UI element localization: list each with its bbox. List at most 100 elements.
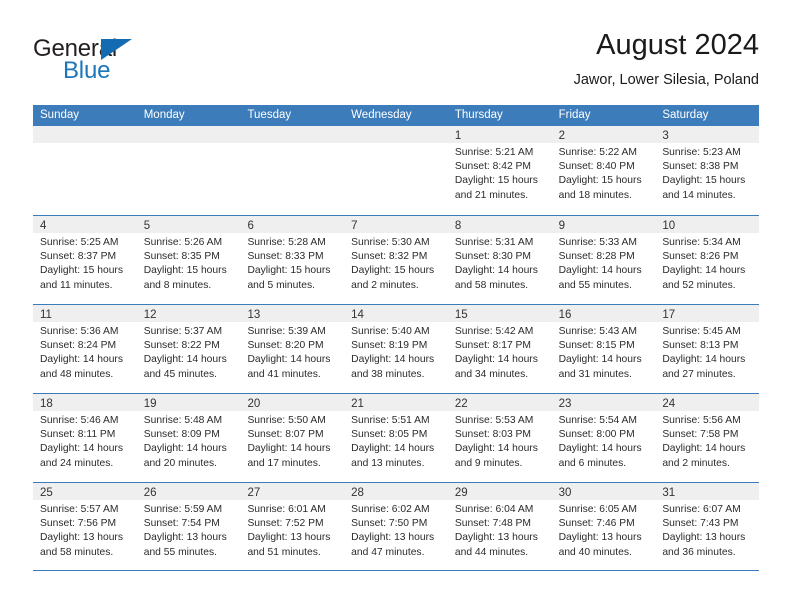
calendar-day-cell[interactable]: 31 Sunrise: 6:07 AM Sunset: 7:43 PM Dayligh… xyxy=(655,483,760,570)
day-details: Sunrise: 5:21 AM Sunset: 8:42 PM Daylight:… xyxy=(448,143,552,203)
daylight-text-line2: and 27 minutes. xyxy=(662,368,736,380)
day-details: Sunrise: 5:40 AM Sunset: 8:19 PM Daylight:… xyxy=(344,322,448,382)
general-blue-logo[interactable]: General Blue xyxy=(33,36,233,92)
calendar-day-cell[interactable]: 22 Sunrise: 5:53 AM Sunset: 8:03 PM Dayligh… xyxy=(447,394,552,482)
calendar-day-cell[interactable]: 2 Sunrise: 5:22 AM Sunset: 8:40 PM Daylight… xyxy=(551,126,656,215)
calendar-day-cell[interactable]: 30 Sunrise: 6:05 AM Sunset: 7:46 PM Dayligh… xyxy=(551,483,656,570)
day-number-band: 8 xyxy=(447,216,552,233)
sunrise-text: Sunrise: 6:02 AM xyxy=(351,504,430,515)
day-number: 4 xyxy=(40,220,47,232)
daylight-text-line2: and 40 minutes. xyxy=(558,546,632,558)
sunset-text: Sunset: 8:03 PM xyxy=(454,429,532,441)
calendar-page: General Blue August 2024 Jawor, Lower Si… xyxy=(0,0,792,612)
calendar-day-cell[interactable]: 4 Sunrise: 5:25 AM Sunset: 8:37 PM Daylight… xyxy=(33,216,137,304)
daylight-text-line1: Daylight: 14 hours xyxy=(558,443,642,455)
calendar-day-cell-empty xyxy=(240,126,345,215)
sunset-text: Sunset: 8:35 PM xyxy=(143,251,220,263)
day-number-band: 16 xyxy=(551,305,656,322)
daylight-text-line1: Daylight: 13 hours xyxy=(351,532,435,544)
sunrise-text: Sunrise: 5:23 AM xyxy=(662,147,741,158)
calendar-week-row: 11 Sunrise: 5:36 AM Sunset: 8:24 PM Dayligh… xyxy=(33,304,760,393)
calendar-day-cell[interactable]: 28 Sunrise: 6:02 AM Sunset: 7:50 PM Dayligh… xyxy=(344,483,448,570)
calendar-day-cell[interactable]: 25 Sunrise: 5:57 AM Sunset: 7:56 PM Dayligh… xyxy=(33,483,137,570)
day-number-band xyxy=(136,126,241,143)
calendar-day-cell[interactable]: 29 Sunrise: 6:04 AM Sunset: 7:48 PM Dayligh… xyxy=(447,483,552,570)
calendar-day-cell[interactable]: 13 Sunrise: 5:39 AM Sunset: 8:20 PM Dayligh… xyxy=(240,305,345,393)
calendar-day-cell[interactable]: 21 Sunrise: 5:51 AM Sunset: 8:05 PM Dayligh… xyxy=(344,394,448,482)
calendar-day-cell[interactable]: 17 Sunrise: 5:45 AM Sunset: 8:13 PM Dayligh… xyxy=(655,305,760,393)
sunset-text: Sunset: 8:28 PM xyxy=(558,251,635,263)
calendar-day-cell[interactable]: 7 Sunrise: 5:30 AM Sunset: 8:32 PM Daylight… xyxy=(344,216,448,304)
calendar-day-cell[interactable]: 6 Sunrise: 5:28 AM Sunset: 8:33 PM Daylight… xyxy=(240,216,345,304)
day-number: 7 xyxy=(351,220,358,232)
daylight-text-line1: Daylight: 15 hours xyxy=(454,175,538,187)
calendar-day-cell[interactable]: 27 Sunrise: 6:01 AM Sunset: 7:52 PM Dayligh… xyxy=(240,483,345,570)
daylight-text-line1: Daylight: 14 hours xyxy=(662,265,746,277)
sunset-text: Sunset: 8:33 PM xyxy=(247,251,324,263)
daylight-text-line2: and 24 minutes. xyxy=(40,457,114,469)
weekday-header-friday: Friday xyxy=(558,109,591,121)
day-number-band: 28 xyxy=(344,483,448,500)
sunset-text: Sunset: 8:15 PM xyxy=(558,340,635,352)
sunrise-text: Sunrise: 5:31 AM xyxy=(454,237,534,248)
weekday-header-sunday: Sunday xyxy=(40,109,80,121)
calendar-day-cell[interactable]: 12 Sunrise: 5:37 AM Sunset: 8:22 PM Dayligh… xyxy=(136,305,241,393)
day-number: 18 xyxy=(40,398,53,410)
day-number-band xyxy=(240,126,345,143)
sunrise-text: Sunrise: 5:48 AM xyxy=(143,415,223,426)
calendar-day-cell[interactable]: 9 Sunrise: 5:33 AM Sunset: 8:28 PM Daylight… xyxy=(551,216,656,304)
calendar-day-cell[interactable]: 10 Sunrise: 5:34 AM Sunset: 8:26 PM Dayligh… xyxy=(655,216,760,304)
title-block: August 2024 Jawor, Lower Silesia, Poland xyxy=(574,28,759,90)
sunrise-text: Sunrise: 5:46 AM xyxy=(40,415,119,426)
calendar-day-cell-empty xyxy=(136,126,241,215)
weekday-header-saturday: Saturday xyxy=(662,109,709,121)
sunset-text: Sunset: 8:32 PM xyxy=(351,251,428,263)
calendar-day-cell[interactable]: 14 Sunrise: 5:40 AM Sunset: 8:19 PM Dayligh… xyxy=(344,305,448,393)
daylight-text-line1: Daylight: 15 hours xyxy=(247,265,331,277)
calendar-day-cell[interactable]: 26 Sunrise: 5:59 AM Sunset: 7:54 PM Dayligh… xyxy=(136,483,241,570)
day-number-band: 26 xyxy=(136,483,241,500)
daylight-text-line2: and 17 minutes. xyxy=(247,457,321,469)
calendar-day-cell[interactable]: 18 Sunrise: 5:46 AM Sunset: 8:11 PM Dayligh… xyxy=(33,394,137,482)
calendar-day-cell[interactable]: 16 Sunrise: 5:43 AM Sunset: 8:15 PM Dayligh… xyxy=(551,305,656,393)
day-number-band: 18 xyxy=(33,394,137,411)
day-details: Sunrise: 5:43 AM Sunset: 8:15 PM Daylight:… xyxy=(552,322,656,382)
calendar-day-cell[interactable]: 8 Sunrise: 5:31 AM Sunset: 8:30 PM Daylight… xyxy=(447,216,552,304)
daylight-text-line2: and 58 minutes. xyxy=(454,279,529,291)
daylight-text-line2: and 55 minutes. xyxy=(558,279,632,291)
day-details: Sunrise: 6:02 AM Sunset: 7:50 PM Daylight:… xyxy=(344,500,448,560)
daylight-text-line1: Daylight: 13 hours xyxy=(558,532,642,544)
day-number-band: 3 xyxy=(655,126,760,143)
daylight-text-line2: and 52 minutes. xyxy=(662,279,736,291)
calendar-day-cell[interactable]: 3 Sunrise: 5:23 AM Sunset: 8:38 PM Daylight… xyxy=(655,126,760,215)
calendar-day-cell[interactable]: 23 Sunrise: 5:54 AM Sunset: 8:00 PM Dayligh… xyxy=(551,394,656,482)
day-number: 1 xyxy=(454,130,462,142)
sunrise-text: Sunrise: 5:56 AM xyxy=(662,415,741,426)
day-number: 14 xyxy=(351,309,364,321)
sunset-text: Sunset: 8:40 PM xyxy=(558,161,635,173)
day-details: Sunrise: 5:33 AM Sunset: 8:28 PM Daylight:… xyxy=(552,233,656,293)
calendar-day-cell[interactable]: 5 Sunrise: 5:26 AM Sunset: 8:35 PM Daylight… xyxy=(136,216,241,304)
day-number-band: 22 xyxy=(447,394,552,411)
calendar-day-cell[interactable]: 11 Sunrise: 5:36 AM Sunset: 8:24 PM Dayligh… xyxy=(33,305,137,393)
day-number: 22 xyxy=(454,398,468,410)
calendar-day-cell[interactable]: 24 Sunrise: 5:56 AM Sunset: 7:58 PM Dayligh… xyxy=(655,394,760,482)
calendar-day-cell[interactable]: 15 Sunrise: 5:42 AM Sunset: 8:17 PM Dayligh… xyxy=(447,305,552,393)
day-number-band: 11 xyxy=(33,305,137,322)
daylight-text-line1: Daylight: 13 hours xyxy=(662,532,746,544)
day-number-band: 24 xyxy=(655,394,760,411)
day-details: Sunrise: 5:45 AM Sunset: 8:13 PM Daylight:… xyxy=(655,322,759,382)
calendar-day-cell[interactable]: 1 Sunrise: 5:21 AM Sunset: 8:42 PM Daylight… xyxy=(447,126,552,215)
calendar-week-row: 4 Sunrise: 5:25 AM Sunset: 8:37 PM Daylight… xyxy=(33,215,760,304)
sunset-text: Sunset: 8:07 PM xyxy=(247,429,324,441)
daylight-text-line1: Daylight: 14 hours xyxy=(454,443,538,455)
day-number-band: 10 xyxy=(655,216,760,233)
daylight-text-line1: Daylight: 13 hours xyxy=(247,532,331,544)
day-number-band xyxy=(344,126,448,143)
day-details: Sunrise: 5:23 AM Sunset: 8:38 PM Daylight:… xyxy=(655,143,759,203)
daylight-text-line2: and 47 minutes. xyxy=(351,546,425,558)
calendar-day-cell[interactable]: 19 Sunrise: 5:48 AM Sunset: 8:09 PM Dayligh… xyxy=(136,394,241,482)
calendar-day-cell[interactable]: 20 Sunrise: 5:50 AM Sunset: 8:07 PM Dayligh… xyxy=(240,394,345,482)
sunrise-text: Sunrise: 5:22 AM xyxy=(558,147,638,158)
day-details: Sunrise: 5:50 AM Sunset: 8:07 PM Daylight:… xyxy=(240,411,344,471)
